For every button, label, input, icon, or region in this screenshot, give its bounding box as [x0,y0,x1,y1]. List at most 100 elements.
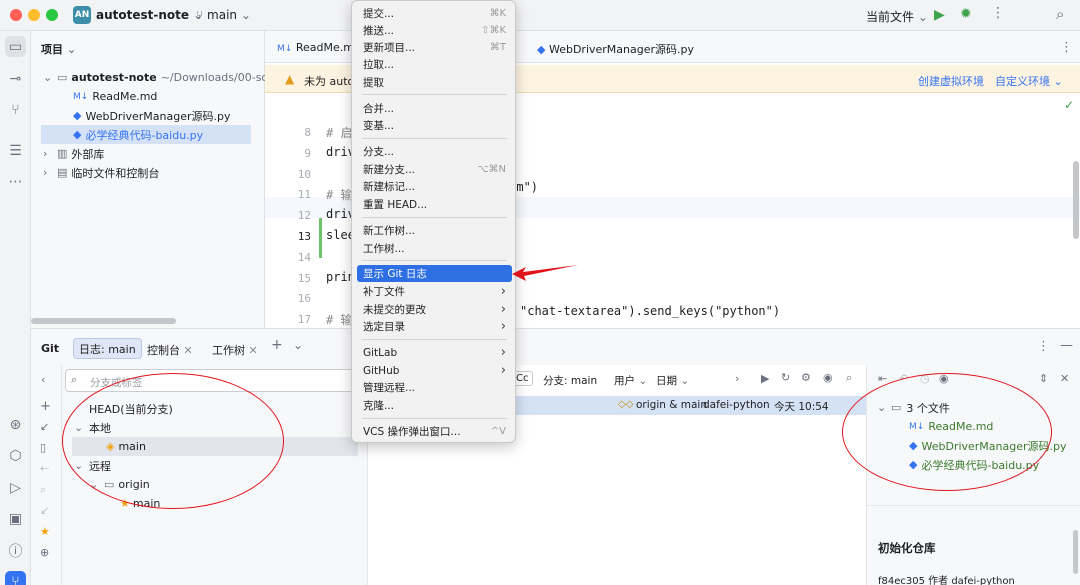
project-panel-header[interactable]: 项目 ⌄ [41,41,76,57]
tab-log-main[interactable]: 日志: main [73,338,142,359]
settings-icon[interactable]: ⊕ [40,546,49,559]
vertical-scrollbar[interactable] [1073,161,1079,239]
structure-icon[interactable]: ☰ [5,140,26,161]
horizontal-scrollbar[interactable] [31,318,176,324]
cherry-pick-icon[interactable]: ▶ [761,372,769,385]
menu-item-github[interactable]: GitHub › [357,362,512,379]
python-console-icon[interactable]: ⊛ [5,414,26,435]
compare-icon[interactable]: ⇠ [40,462,49,475]
filter-user[interactable]: 用户 ⌄ [614,373,647,388]
more-tools-icon[interactable]: ⋯ [5,171,26,192]
chevron-right-icon[interactable]: › [735,372,739,385]
add-tab-icon[interactable]: + [271,337,283,353]
branch-group-local[interactable]: ⌄ 本地 [74,418,111,437]
chevron-left-icon[interactable]: ‹ [41,373,45,386]
delete-icon[interactable]: ▯ [40,441,46,454]
menu-item-gitlab[interactable]: GitLab › [357,344,512,361]
vertical-scrollbar[interactable] [1073,530,1078,574]
menu-item-manage-remotes[interactable]: 管理远程... [357,379,512,396]
menu-item-show-git-log[interactable]: 显示 Git 日志 [357,265,512,282]
menu-item-rebase[interactable]: 变基... [357,117,512,134]
tab-webdriver[interactable]: ◆ WebDriverManager源码.py [537,41,694,57]
git-icon[interactable]: ⑂ [5,571,26,585]
commit-icon[interactable]: ⊸ [5,68,26,89]
more-icon[interactable]: ⋮ [1060,40,1073,55]
tab-readme[interactable]: M↓ ReadMe.md [277,41,361,54]
menu-item-branches[interactable]: 分支... [357,143,512,160]
menu-item-worktrees[interactable]: 工作树... [357,240,512,257]
problems-icon[interactable]: ⓘ [5,540,26,561]
create-venv-link[interactable]: 创建虚拟环境 [918,73,984,89]
maximize-window-button[interactable] [46,9,58,21]
terminal-icon[interactable]: ▣ [5,508,26,529]
eye-icon[interactable]: ◉ [939,372,949,385]
branch-origin[interactable]: ⌄ ▭ origin [89,475,150,494]
search-icon[interactable]: ⌕ [1056,5,1064,23]
menu-item-fetch[interactable]: 提取 [357,74,512,91]
refresh-icon[interactable]: ↻ [781,371,790,384]
star-icon[interactable]: ★ [40,525,50,538]
pull-request-icon[interactable]: ⑂ [5,99,26,120]
tree-row-readme[interactable]: M↓ ReadMe.md [73,87,157,106]
tree-row-external[interactable]: › ▥ 外部库 [43,144,104,163]
menu-item-vcs-operations-popup[interactable]: VCS 操作弹出窗口... ^V [357,423,512,440]
chevron-down-icon[interactable]: ⌄ [293,338,303,352]
more-icon[interactable]: ⋮ [1037,339,1050,354]
project-switcher[interactable]: autotest-note ⌄ [96,8,203,22]
menu-item-pull[interactable]: 拉取... [357,56,512,73]
menu-item-uncommitted-changes[interactable]: 未提交的更改 › [357,301,512,318]
close-icon[interactable]: ✕ [249,344,258,357]
debug-icon[interactable]: ✹ [960,6,972,22]
undo-icon[interactable]: ↶ [899,372,908,385]
menu-item-push[interactable]: 推送... ⇧⌘K [357,22,512,39]
arrows-icon[interactable]: ⇤ [878,372,887,385]
branch-switcher[interactable]: ⑂ main ⌄ [196,8,251,22]
menu-item-new-worktree[interactable]: 新工作树... [357,222,512,239]
close-window-button[interactable] [10,9,22,21]
tree-row-baidu[interactable]: ◆ 必学经典代码-baidu.py [41,125,251,144]
search-icon[interactable]: ⌕ [846,371,852,385]
new-branch-icon[interactable]: + [40,399,51,414]
tab-console[interactable]: 控制台 ✕ [147,342,193,358]
folder-icon[interactable]: ▭ [5,36,26,57]
run-icon[interactable]: ▶ [934,7,945,23]
run-config-selector[interactable]: 当前文件 ⌄ [866,8,928,25]
changed-file-baidu[interactable]: ◆ 必学经典代码-baidu.py [909,455,1039,474]
branch-search-input[interactable]: ⌕ 分支或标签 [65,369,359,392]
settings-icon[interactable]: ⚙ [801,371,811,384]
menu-item-patch-file[interactable]: 补丁文件 › [357,283,512,300]
branch-head[interactable]: HEAD(当前分支) [89,399,173,418]
tree-row-root[interactable]: ⌄ ▭ autotest-note ~/Downloads/00-social [43,68,287,87]
tab-worktree[interactable]: 工作树 ✕ [212,342,258,358]
minimize-window-button[interactable] [28,9,40,21]
eye-icon[interactable]: ◉ [823,371,833,384]
update-icon[interactable]: ↙ [40,420,49,433]
tree-row-scratches[interactable]: › ▤ 临时文件和控制台 [43,163,159,182]
menu-item-merge[interactable]: 合并... [357,100,512,117]
close-icon[interactable]: ✕ [184,344,193,357]
branch-origin-main[interactable]: ★ main [120,494,160,513]
filter-date[interactable]: 日期 ⌄ [656,373,689,388]
expand-icon[interactable]: ⇕ [1039,372,1048,385]
custom-env-link[interactable]: 自定义环境 ⌄ [995,73,1063,89]
changed-file-webdriver[interactable]: ◆ WebDriverManager源码.py [909,436,1067,455]
packages-icon[interactable]: ⬡ [5,445,26,466]
branch-group-remote[interactable]: ⌄ 远程 [74,456,111,475]
changed-file-readme[interactable]: M↓ ReadMe.md [909,417,993,436]
menu-item-update-project[interactable]: 更新项目... ⌘T [357,39,512,56]
search-icon[interactable]: ⌕ [40,483,46,497]
collapse-icon[interactable]: ✕ [1060,372,1069,385]
menu-item-selected-directory[interactable]: 选定目录 › [357,318,512,335]
menu-item-commit[interactable]: 提交... ⌘K [357,5,512,22]
minimize-icon[interactable]: — [1060,338,1073,353]
more-icon[interactable]: ⋮ [991,5,1005,21]
services-icon[interactable]: ▷ [5,477,26,498]
menu-item-new-branch[interactable]: 新建分支... ⌥⌘N [357,161,512,178]
history-icon[interactable]: ◷ [920,372,930,385]
branch-local-main[interactable]: ◈ main [72,437,358,456]
filter-branch[interactable]: 分支: main [543,373,597,388]
menu-item-clone[interactable]: 克隆... [357,397,512,414]
tree-row-webdriver[interactable]: ◆ WebDriverManager源码.py [73,106,231,125]
menu-item-new-tag[interactable]: 新建标记... [357,178,512,195]
menu-item-reset-head[interactable]: 重置 HEAD... [357,196,512,213]
